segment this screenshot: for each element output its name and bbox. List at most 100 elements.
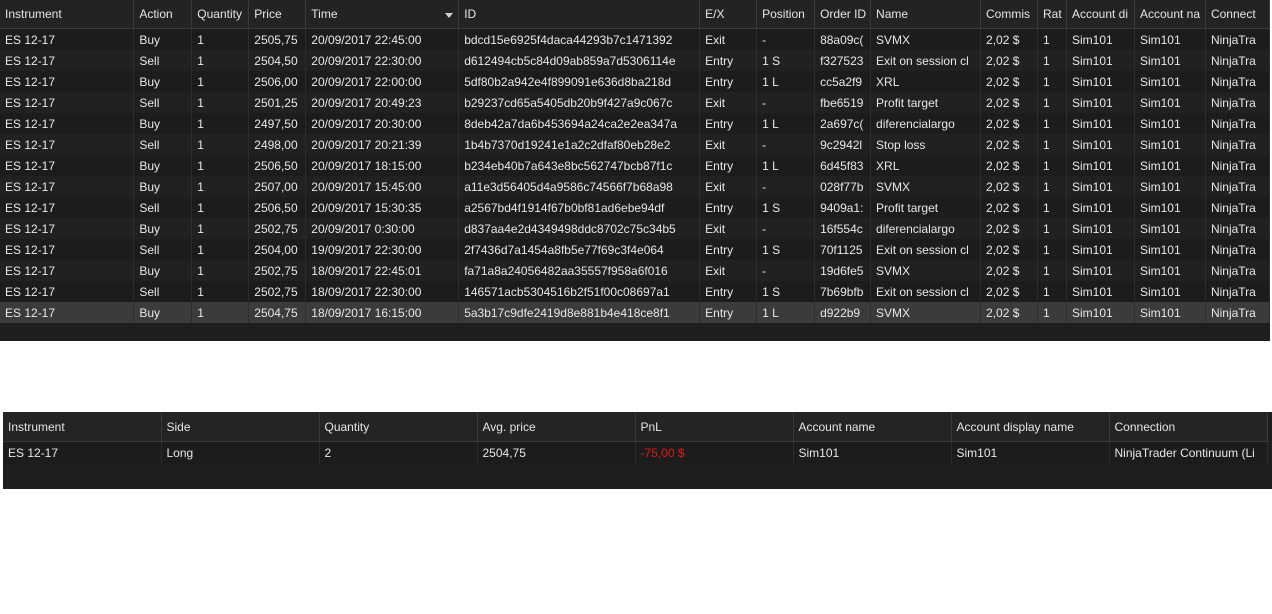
cell-e-x: Entry: [699, 50, 758, 71]
cell-quantity: 1: [191, 302, 250, 323]
executions-col-header-time[interactable]: Time: [305, 0, 460, 29]
cell-account-na: Sim101: [1134, 92, 1206, 113]
cell-name: XRL: [870, 71, 982, 92]
positions-col-header-connection[interactable]: Connection: [1109, 412, 1268, 442]
cell-connect: NinjaTra: [1205, 218, 1270, 239]
cell-instrument: ES 12-17: [0, 28, 135, 50]
cell-position: -: [756, 134, 816, 155]
cell-connect: NinjaTra: [1205, 155, 1270, 176]
table-row[interactable]: ES 12-17 Sell 1 2498,00 20/09/2017 20:21:39 1…: [0, 134, 1270, 155]
cell-position: -: [756, 28, 816, 50]
executions-col-header-quantity[interactable]: Quantity: [191, 0, 250, 29]
cell-name: SVMX: [870, 176, 982, 197]
table-row[interactable]: ES 12-17 Buy 1 2506,00 20/09/2017 22:00:00 5d…: [0, 71, 1270, 92]
column-label: Quantity: [197, 7, 242, 21]
cell-name: Profit target: [870, 197, 982, 218]
column-label: Account name: [798, 419, 876, 434]
table-row[interactable]: ES 12-17 Buy 1 2502,75 18/09/2017 22:45:01 fa…: [0, 260, 1270, 281]
cell-order-id: f327523: [814, 50, 872, 71]
executions-col-header-price[interactable]: Price: [248, 0, 307, 29]
cell-connect: NinjaTra: [1205, 176, 1270, 197]
cell-rat: 1: [1037, 239, 1067, 260]
positions-grid[interactable]: Instrument Side Quantity Avg. price PnL Accou…: [3, 412, 1272, 489]
executions-col-header-position[interactable]: Position: [756, 0, 816, 29]
cell-order-id: 70f1125: [814, 239, 872, 260]
table-row[interactable]: ES 12-17 Sell 1 2504,50 20/09/2017 22:30:00 d…: [0, 50, 1270, 71]
cell-quantity: 2: [319, 441, 478, 464]
executions-col-header-rat[interactable]: Rat: [1037, 0, 1067, 29]
column-label: Avg. price: [482, 419, 536, 434]
column-label: Position: [762, 7, 805, 21]
cell-account-di: Sim101: [1066, 218, 1135, 239]
executions-col-header-action[interactable]: Action: [133, 0, 193, 29]
executions-col-header-commis[interactable]: Commis: [980, 0, 1038, 29]
table-row[interactable]: ES 12-17 Sell 1 2504,00 19/09/2017 22:30:00 2…: [0, 239, 1270, 260]
cell-account-name: Sim101: [793, 441, 952, 464]
cell-rat: 1: [1037, 28, 1067, 50]
positions-col-header-account-name[interactable]: Account name: [793, 412, 952, 442]
cell-quantity: 1: [191, 281, 250, 302]
cell-action: Buy: [133, 71, 193, 92]
column-label: Account di: [1071, 7, 1129, 21]
cell-order-id: fbe6519: [814, 92, 872, 113]
cell-name: Exit on session cl: [870, 50, 982, 71]
cell-time: 18/09/2017 22:45:01: [305, 260, 460, 281]
executions-grid[interactable]: Instrument Action Quantity Price Time ID E/X Po…: [0, 0, 1270, 341]
cell-time: 20/09/2017 20:21:39: [305, 134, 460, 155]
table-row[interactable]: ES 12-17 Sell 1 2501,25 20/09/2017 20:49:23 b…: [0, 92, 1270, 113]
cell-account-di: Sim101: [1066, 281, 1135, 302]
executions-col-header-order-id[interactable]: Order ID: [814, 0, 872, 29]
cell-position: -: [756, 260, 816, 281]
cell-rat: 1: [1037, 302, 1067, 323]
cell-position: 1 L: [756, 302, 816, 323]
cell-rat: 1: [1037, 260, 1067, 281]
cell-e-x: Entry: [699, 281, 758, 302]
cell-commis: 2,02 $: [980, 71, 1038, 92]
cell-order-id: 2a697c(: [814, 113, 872, 134]
table-row[interactable]: ES 12-17 Buy 1 2504,75 18/09/2017 16:15:00 5a…: [0, 302, 1270, 323]
table-row[interactable]: ES 12-17 Buy 1 2505,75 20/09/2017 22:45:00 bd…: [0, 28, 1270, 50]
table-row[interactable]: ES 12-17 Buy 1 2506,50 20/09/2017 18:15:00 b2…: [0, 155, 1270, 176]
cell-position: 1 S: [756, 50, 816, 71]
positions-col-header-side[interactable]: Side: [161, 412, 320, 442]
cell-action: Buy: [133, 176, 193, 197]
executions-col-header-id[interactable]: ID: [458, 0, 701, 29]
cell-time: 20/09/2017 15:45:00: [305, 176, 460, 197]
executions-col-header-instrument[interactable]: Instrument: [0, 0, 135, 29]
positions-col-header-account-display-name[interactable]: Account display name: [951, 412, 1110, 442]
executions-col-header-e-x[interactable]: E/X: [699, 0, 758, 29]
cell-commis: 2,02 $: [980, 50, 1038, 71]
cell-commis: 2,02 $: [980, 155, 1038, 176]
cell-account-di: Sim101: [1066, 155, 1135, 176]
cell-price: 2505,75: [248, 28, 307, 50]
cell-e-x: Entry: [699, 113, 758, 134]
table-row[interactable]: ES 12-17 Long 2 2504,75 -75,00 $ Sim101 Sim101…: [3, 441, 1268, 464]
cell-name: diferencialargo: [870, 218, 982, 239]
cell-price: 2498,00: [248, 134, 307, 155]
executions-col-header-connect[interactable]: Connect: [1205, 0, 1270, 29]
column-label: Instrument: [5, 7, 62, 21]
table-row[interactable]: ES 12-17 Sell 1 2506,50 20/09/2017 15:30:35 a…: [0, 197, 1270, 218]
sort-descending-icon[interactable]: [445, 13, 454, 18]
executions-col-header-name[interactable]: Name: [870, 0, 982, 29]
positions-col-header-avg-price[interactable]: Avg. price: [477, 412, 636, 442]
table-row[interactable]: ES 12-17 Buy 1 2497,50 20/09/2017 20:30:00 8d…: [0, 113, 1270, 134]
positions-col-header-instrument[interactable]: Instrument: [3, 412, 162, 442]
cell-rat: 1: [1037, 155, 1067, 176]
cell-account-di: Sim101: [1066, 113, 1135, 134]
positions-col-header-quantity[interactable]: Quantity: [319, 412, 478, 442]
column-label: Quantity: [324, 419, 370, 434]
cell-id: 5a3b17c9dfe2419d8e881b4e418ce8f1: [458, 302, 701, 323]
table-row[interactable]: ES 12-17 Buy 1 2502,75 20/09/2017 0:30:00 d83…: [0, 218, 1270, 239]
cell-account-na: Sim101: [1134, 50, 1206, 71]
executions-col-header-account-na[interactable]: Account na: [1134, 0, 1206, 29]
executions-col-header-account-di[interactable]: Account di: [1066, 0, 1135, 29]
column-label: PnL: [640, 419, 662, 434]
positions-col-header-pnl[interactable]: PnL: [635, 412, 794, 442]
cell-account-na: Sim101: [1134, 113, 1206, 134]
table-row[interactable]: ES 12-17 Sell 1 2502,75 18/09/2017 22:30:00 1…: [0, 281, 1270, 302]
cell-action: Sell: [133, 50, 193, 71]
table-row[interactable]: ES 12-17 Buy 1 2507,00 20/09/2017 15:45:00 a1…: [0, 176, 1270, 197]
column-label: ID: [464, 7, 477, 21]
cell-commis: 2,02 $: [980, 176, 1038, 197]
